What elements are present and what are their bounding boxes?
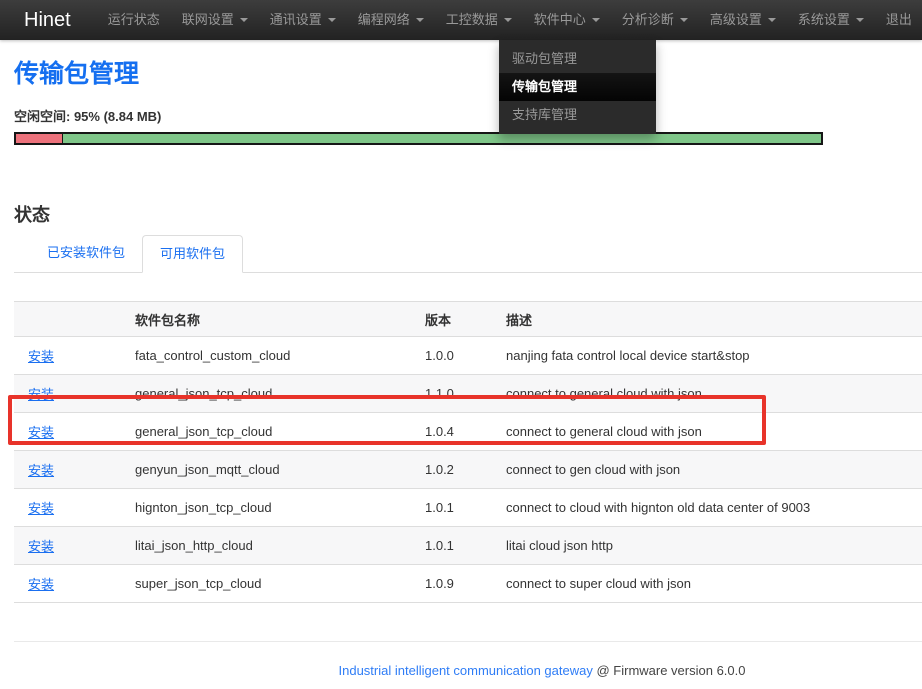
status-heading: 状态 bbox=[14, 201, 922, 227]
package-description: connect to general cloud with json bbox=[492, 375, 922, 413]
navbar-item: 通讯设置 bbox=[259, 0, 347, 40]
main-content: 传输包管理 空闲空间: 95% (8.84 MB) 状态 已安装软件包可用软件包… bbox=[0, 59, 922, 678]
package-version: 1.0.2 bbox=[411, 451, 492, 489]
navbar-link[interactable]: 联网设置 bbox=[171, 0, 259, 40]
storage-progressbar bbox=[14, 132, 823, 145]
install-link[interactable]: 安装 bbox=[28, 349, 54, 364]
package-name: general_json_tcp_cloud bbox=[121, 413, 411, 451]
navbar-link[interactable]: 工控数据 bbox=[435, 0, 523, 40]
free-space-segment bbox=[63, 134, 821, 143]
navbar-item: 分析诊断 bbox=[611, 0, 699, 40]
footer: Industrial intelligent communication gat… bbox=[14, 663, 922, 678]
table-row: 安装 general_json_tcp_cloud1.0.4connect to … bbox=[14, 413, 922, 451]
navbar-item: 退出 bbox=[875, 0, 922, 40]
table-row: 安装 hignton_json_tcp_cloud1.0.1connect to … bbox=[14, 489, 922, 527]
column-header: 描述 bbox=[492, 302, 922, 337]
used-space-segment bbox=[16, 134, 63, 143]
navbar-link[interactable]: 软件中心 bbox=[523, 0, 611, 40]
table-header: 软件包名称版本描述 bbox=[14, 302, 922, 337]
navbar-link[interactable]: 分析诊断 bbox=[611, 0, 699, 40]
install-link[interactable]: 安装 bbox=[28, 425, 54, 440]
table-row: 安装 genyun_json_mqtt_cloud1.0.2connect to … bbox=[14, 451, 922, 489]
navbar-link[interactable]: 通讯设置 bbox=[259, 0, 347, 40]
install-link[interactable]: 安装 bbox=[28, 501, 54, 516]
caret-down-icon bbox=[680, 18, 688, 22]
top-navbar: Hinet 运行状态联网设置通讯设置编程网络工控数据软件中心分析诊断高级设置系统… bbox=[0, 0, 922, 40]
table-row: 安装 fata_control_custom_cloud1.0.0nanjing … bbox=[14, 337, 922, 375]
caret-down-icon bbox=[328, 18, 336, 22]
table-row: 安装 general_json_tcp_cloud1.1.0connect to … bbox=[14, 375, 922, 413]
package-description: connect to general cloud with json bbox=[492, 413, 922, 451]
navbar-item: 联网设置 bbox=[171, 0, 259, 40]
tab-installed-packages[interactable]: 已安装软件包 bbox=[30, 235, 142, 273]
caret-down-icon bbox=[240, 18, 248, 22]
package-tabs: 已安装软件包可用软件包 bbox=[14, 235, 922, 273]
navbar-item: 高级设置 bbox=[699, 0, 787, 40]
column-header: 版本 bbox=[411, 302, 492, 337]
caret-down-icon bbox=[416, 18, 424, 22]
navbar-item: 工控数据 bbox=[435, 0, 523, 40]
package-version: 1.0.1 bbox=[411, 489, 492, 527]
footer-divider bbox=[14, 641, 922, 642]
app-window: Hinet 运行状态联网设置通讯设置编程网络工控数据软件中心分析诊断高级设置系统… bbox=[0, 0, 922, 689]
caret-down-icon bbox=[768, 18, 776, 22]
package-name: litai_json_http_cloud bbox=[121, 527, 411, 565]
navbar-link[interactable]: 系统设置 bbox=[787, 0, 875, 40]
navbar-item: 系统设置 bbox=[787, 0, 875, 40]
package-version: 1.0.4 bbox=[411, 413, 492, 451]
dropdown-item[interactable]: 驱动包管理 bbox=[499, 45, 656, 73]
navbar-menu: 运行状态联网设置通讯设置编程网络工控数据软件中心分析诊断高级设置系统设置退出 bbox=[97, 0, 922, 40]
install-link[interactable]: 安装 bbox=[28, 387, 54, 402]
tab-available-packages[interactable]: 可用软件包 bbox=[142, 235, 243, 273]
package-name: general_json_tcp_cloud bbox=[121, 375, 411, 413]
dropdown-item[interactable]: 传输包管理 bbox=[499, 73, 656, 101]
table-row: 安装 super_json_tcp_cloud1.0.9connect to su… bbox=[14, 565, 922, 603]
package-description: connect to gen cloud with json bbox=[492, 451, 922, 489]
navbar-item: 软件中心 bbox=[523, 0, 611, 40]
table-row: 安装 litai_json_http_cloud1.0.1litai cloud … bbox=[14, 527, 922, 565]
caret-down-icon bbox=[856, 18, 864, 22]
packages-table: 软件包名称版本描述 安装fata_control_custom_cloud1.0… bbox=[14, 301, 922, 603]
install-link[interactable]: 安装 bbox=[28, 539, 54, 554]
package-name: genyun_json_mqtt_cloud bbox=[121, 451, 411, 489]
package-version: 1.0.1 bbox=[411, 527, 492, 565]
caret-down-icon bbox=[504, 18, 512, 22]
package-name: super_json_tcp_cloud bbox=[121, 565, 411, 603]
package-version: 1.0.9 bbox=[411, 565, 492, 603]
dropdown-item[interactable]: 支持库管理 bbox=[499, 101, 656, 129]
brand-logo[interactable]: Hinet bbox=[0, 0, 91, 40]
footer-firmware-text: @ Firmware version 6.0.0 bbox=[593, 663, 746, 678]
footer-gateway-link[interactable]: Industrial intelligent communication gat… bbox=[339, 663, 593, 678]
navbar-link[interactable]: 运行状态 bbox=[97, 0, 171, 40]
package-description: connect to cloud with hignton old data c… bbox=[492, 489, 922, 527]
column-header bbox=[14, 302, 121, 337]
package-version: 1.0.0 bbox=[411, 337, 492, 375]
navbar-item: 编程网络 bbox=[347, 0, 435, 40]
navbar-link[interactable]: 编程网络 bbox=[347, 0, 435, 40]
package-description: litai cloud json http bbox=[492, 527, 922, 565]
package-description: nanjing fata control local device start&… bbox=[492, 337, 922, 375]
package-name: fata_control_custom_cloud bbox=[121, 337, 411, 375]
package-description: connect to super cloud with json bbox=[492, 565, 922, 603]
caret-down-icon bbox=[592, 18, 600, 22]
table-header-row: 软件包名称版本描述 bbox=[14, 302, 922, 337]
software-center-dropdown: 驱动包管理传输包管理支持库管理 bbox=[499, 40, 656, 134]
install-link[interactable]: 安装 bbox=[28, 463, 54, 478]
package-version: 1.1.0 bbox=[411, 375, 492, 413]
install-link[interactable]: 安装 bbox=[28, 577, 54, 592]
package-name: hignton_json_tcp_cloud bbox=[121, 489, 411, 527]
navbar-item: 运行状态 bbox=[97, 0, 171, 40]
navbar-link[interactable]: 退出 bbox=[875, 0, 922, 40]
column-header: 软件包名称 bbox=[121, 302, 411, 337]
page-title: 传输包管理 bbox=[14, 59, 922, 89]
free-space-label: 空闲空间: 95% (8.84 MB) bbox=[14, 106, 922, 125]
navbar-link[interactable]: 高级设置 bbox=[699, 0, 787, 40]
